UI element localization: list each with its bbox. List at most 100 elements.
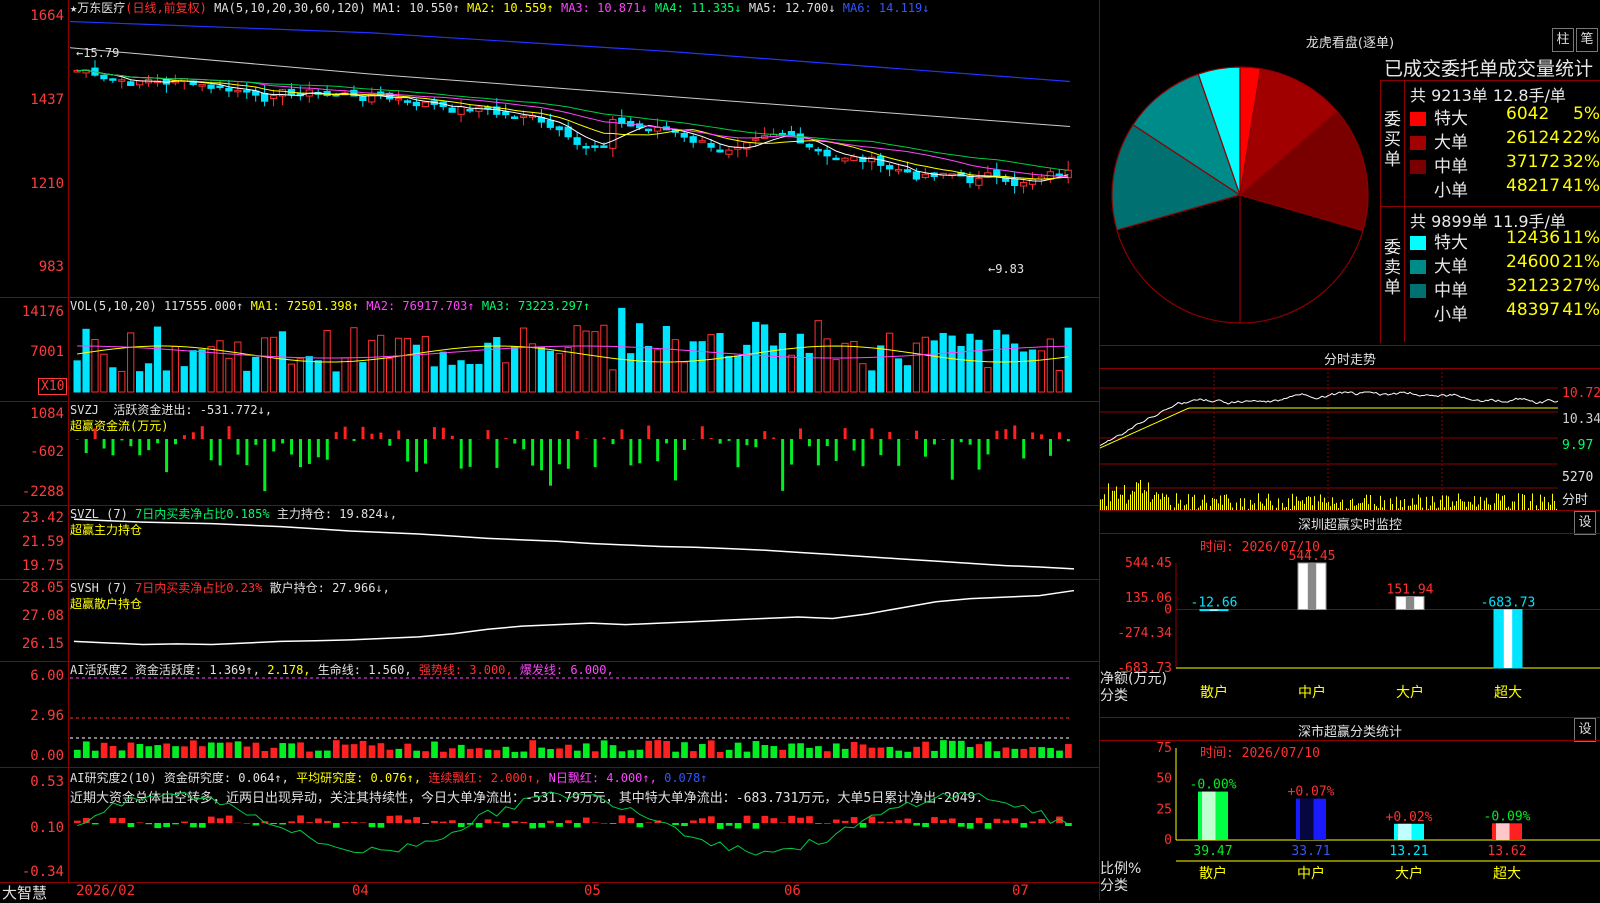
research-bar-positive xyxy=(904,819,911,823)
volume-panel[interactable]: VOL(5,10,20) 117555.000↑ MA1: 72501.398↑… xyxy=(0,297,1100,401)
research-bar-positive xyxy=(744,816,751,823)
flow-bar-negative xyxy=(558,439,561,464)
activity-bar xyxy=(351,744,358,758)
flow-bar-negative xyxy=(469,439,472,467)
flow-bar-negative xyxy=(112,439,115,455)
volume-bar xyxy=(726,356,732,392)
flow-bar-negative xyxy=(638,439,641,463)
buy-percent: 41% xyxy=(1562,176,1600,196)
intraday-volume-bar xyxy=(1258,493,1259,511)
dragon-panel[interactable]: 龙虎看盘(逐单) 柱 笔 已成交委托单成交量统计 委买单 委卖单 共 9213单… xyxy=(1100,0,1600,345)
activity-bar xyxy=(1047,748,1054,758)
research-bar-positive xyxy=(708,816,715,823)
ai-active-chart[interactable] xyxy=(70,662,1100,768)
research-bar-positive xyxy=(931,817,938,823)
volume-bar xyxy=(842,343,848,392)
flow-bar-negative xyxy=(120,439,123,440)
research-bar-negative xyxy=(985,823,992,829)
high-price: 15.79 xyxy=(83,46,119,60)
bar-mode-button[interactable]: 柱 xyxy=(1552,28,1574,52)
research-bar-positive xyxy=(565,820,572,823)
intraday-volume-bar xyxy=(1426,497,1427,511)
ai-research-chart[interactable] xyxy=(70,768,1100,883)
activity-bar xyxy=(583,743,590,758)
flow-bar-positive xyxy=(433,427,436,439)
flow-bar-negative xyxy=(897,439,900,466)
ai-active-axis-2: 2.96 xyxy=(0,708,64,724)
research-bar-positive xyxy=(449,820,456,823)
ai-research-panel[interactable]: AI研究度2(10) 资金研究度: 0.064↑, 平均研究度: 0.076↑,… xyxy=(0,767,1100,882)
buy-side-label: 委买单 xyxy=(1384,110,1402,170)
intraday-title: 分时走势 xyxy=(1100,349,1600,368)
activity-bar xyxy=(119,750,126,758)
volume-bar xyxy=(172,347,178,392)
candle-body xyxy=(887,166,893,169)
research-bar-positive xyxy=(690,820,697,823)
flow-bar-positive xyxy=(192,432,195,439)
volume-bar xyxy=(797,334,803,392)
research-bar-positive xyxy=(976,818,983,823)
buy-percent: 32% xyxy=(1562,152,1600,172)
candle-body xyxy=(404,101,410,103)
classify-bar-chart[interactable]: 7550250-0.00%39.47散户+0.07%33.71中户+0.02%1… xyxy=(1100,718,1600,901)
volume-bar xyxy=(574,326,580,392)
intraday-volume-bar xyxy=(1380,496,1381,511)
research-bar-positive xyxy=(520,822,527,823)
monitor-bar-chart[interactable]: 544.45135.060-274.34-683.73-12.66散户544.4… xyxy=(1100,511,1600,718)
svsh-chart[interactable] xyxy=(70,580,1100,662)
intraday-volume-bar xyxy=(1418,495,1419,511)
activity-bar xyxy=(610,745,617,758)
buy-swatch xyxy=(1410,160,1426,174)
svzl-panel[interactable]: SVZL (7) 7日内买卖净占比0.185% 主力持仓: 19.824↓, 超… xyxy=(0,505,1100,579)
volume-bar xyxy=(154,327,160,392)
classify-axis-tick: 25 xyxy=(1156,802,1172,817)
activity-bar xyxy=(92,751,99,758)
candle-body xyxy=(869,157,875,162)
candle-body xyxy=(815,149,821,151)
svzj-chart[interactable] xyxy=(70,402,1100,506)
volume-bar xyxy=(735,356,741,392)
intraday-volume-bar xyxy=(1158,494,1159,511)
monitor-bar-highlight xyxy=(1308,563,1316,610)
classify-panel[interactable]: 深市超赢分类统计 设 时间: 2026/07/10 7550250-0.00%3… xyxy=(1100,717,1600,900)
research-bar-negative xyxy=(726,823,733,826)
intraday-volume-bar xyxy=(1366,495,1367,511)
candle-body xyxy=(244,91,250,93)
svzl-chart[interactable] xyxy=(70,506,1100,580)
vol-unit: X10 xyxy=(38,378,67,395)
volume-bar xyxy=(369,340,375,392)
classify-axis-tick: 50 xyxy=(1156,772,1172,787)
volume-bar xyxy=(485,343,491,392)
volume-chart[interactable] xyxy=(70,298,1100,402)
price-panel[interactable]: ★万东医疗(日线,前复权) MA(5,10,20,30,60,120) MA1:… xyxy=(0,0,1100,297)
flow-bar-positive xyxy=(915,431,918,439)
activity-bar xyxy=(547,749,554,758)
activity-bar xyxy=(681,742,688,758)
ai-active-panel[interactable]: AI活跃度2 资金活跃度: 1.369↑, 2.178, 生命线: 1.560,… xyxy=(0,661,1100,767)
kline-chart[interactable] xyxy=(70,14,1100,297)
volume-bar xyxy=(699,342,705,392)
svzj-panel[interactable]: SVZJ 活跃资金进出: -531.772↓, 超赢资金流(万元) 1084 -… xyxy=(0,401,1100,505)
research-bar-negative xyxy=(529,823,536,828)
classify-category-label: 中户 xyxy=(1297,865,1325,882)
research-bar-positive xyxy=(797,818,804,823)
research-bar-negative xyxy=(672,823,679,825)
volume-bar xyxy=(404,338,410,392)
flow-bar-positive xyxy=(1031,432,1034,439)
intraday-volume-bar xyxy=(1142,493,1143,511)
candle-body xyxy=(788,131,794,134)
intraday-volume-bar xyxy=(1144,490,1145,511)
intraday-chart[interactable] xyxy=(1100,368,1558,511)
activity-bar xyxy=(404,744,411,758)
volume-bar xyxy=(128,333,134,392)
intraday-volume-bar xyxy=(1310,497,1311,511)
tick-mode-button[interactable]: 笔 xyxy=(1576,28,1598,52)
svsh-panel[interactable]: SVSH (7) 7日内买卖净占比0.23% 散户持仓: 27.966↓, 超赢… xyxy=(0,579,1100,661)
intraday-panel[interactable]: 分时走势 10.72 10.34 9.97 5270 分时 xyxy=(1100,345,1600,510)
candle-body xyxy=(690,137,696,143)
classify-bar-highlight xyxy=(1496,823,1510,840)
buy-name: 大单 xyxy=(1434,133,1468,153)
monitor-panel[interactable]: 深圳超赢实时监控 设 时间: 2026/07/10 544.45135.060-… xyxy=(1100,510,1600,717)
dragon-pie-chart[interactable] xyxy=(1100,55,1380,345)
flow-bar-positive xyxy=(344,427,347,439)
